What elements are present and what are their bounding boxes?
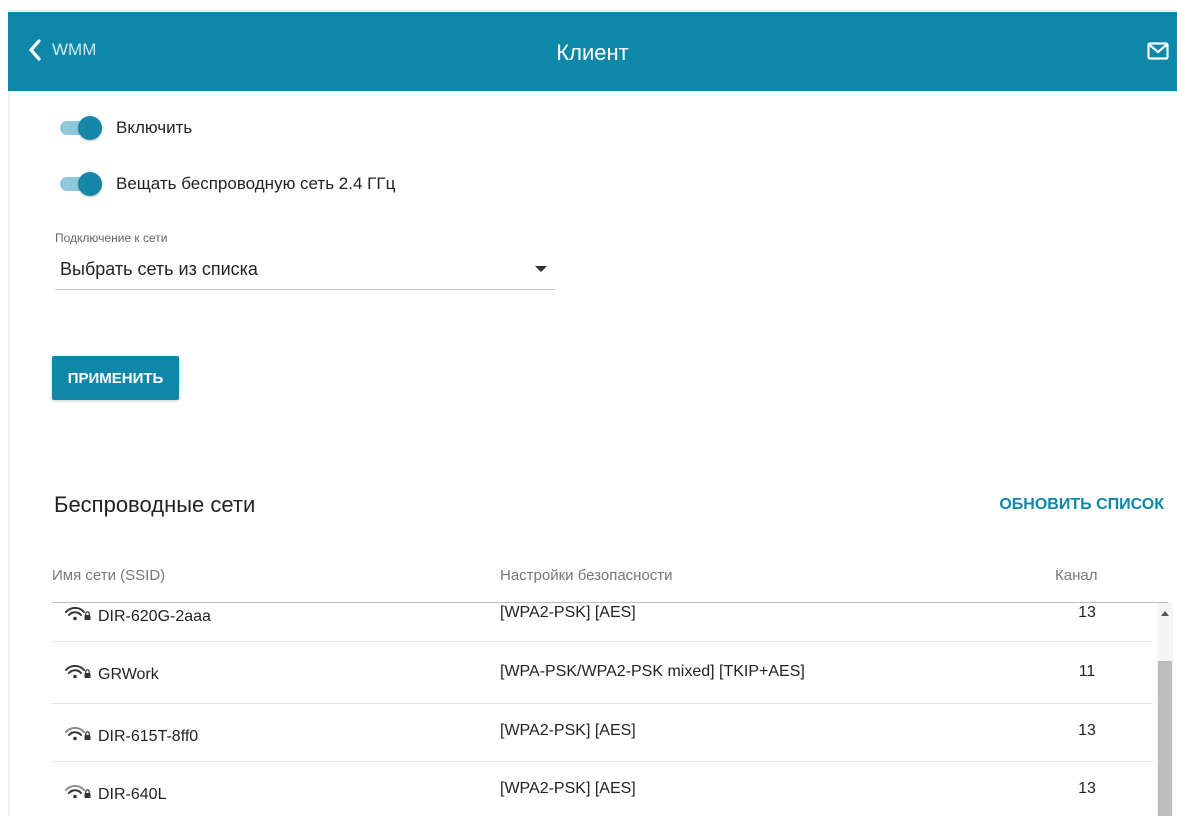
ssid-cell: GRWork: [64, 664, 159, 684]
connection-select-value: Выбрать сеть из списка: [60, 259, 258, 279]
refresh-list-button[interactable]: ОБНОВИТЬ СПИСОК: [999, 496, 1164, 514]
channel-cell: 13: [1078, 780, 1096, 797]
ssid-cell: DIR-620G-2aaa: [64, 606, 211, 626]
connection-field-label: Подключение к сети: [55, 231, 168, 245]
scroll-thumb[interactable]: [1158, 661, 1172, 816]
ssid-cell: DIR-640L: [64, 784, 167, 804]
column-header-ssid[interactable]: Имя сети (SSID): [52, 567, 165, 584]
left-border: [8, 91, 10, 816]
channel-cell: 11: [1078, 663, 1096, 680]
column-header-security[interactable]: Настройки безопасности: [500, 567, 673, 584]
wifi-lock-icon: [64, 664, 92, 684]
connection-select[interactable]: Выбрать сеть из списка: [55, 253, 555, 290]
page-title: Клиент: [556, 40, 629, 65]
enable-label: Включить: [116, 118, 193, 137]
broadcast-toggle[interactable]: [58, 172, 104, 196]
enable-toggle[interactable]: [58, 116, 104, 140]
ssid-text: DIR-640L: [98, 785, 167, 803]
header-bar: WMM Клиент: [8, 12, 1177, 91]
ssid-text: DIR-620G-2aaa: [98, 607, 211, 625]
mail-button[interactable]: [1147, 41, 1169, 66]
enable-row: Включить: [58, 116, 192, 140]
security-cell: [WPA2-PSK] [AES]: [500, 780, 636, 797]
table-row[interactable]: DIR-620G-2aaa [WPA2-PSK] [AES] 13: [52, 603, 1153, 642]
top-divider: [8, 10, 1177, 11]
apply-button[interactable]: ПРИМЕНИТЬ: [52, 356, 179, 400]
column-header-channel[interactable]: Канал: [1055, 567, 1097, 584]
broadcast-label: Вещать беспроводную сеть 2.4 ГГц: [116, 174, 396, 193]
app-frame: WMM Клиент Включить Вещать беспроводную …: [8, 0, 1177, 816]
ssid-cell: DIR-615T-8ff0: [64, 726, 199, 746]
scroll-up-arrow-icon[interactable]: [1161, 611, 1169, 616]
networks-table: DIR-620G-2aaa [WPA2-PSK] [AES] 13 GRWork…: [52, 603, 1153, 816]
security-cell: [WPA-PSK/WPA2-PSK mixed] [TKIP+AES]: [500, 663, 805, 680]
table-row[interactable]: GRWork [WPA-PSK/WPA2-PSK mixed] [TKIP+AE…: [52, 645, 1153, 704]
channel-cell: 13: [1078, 722, 1096, 739]
security-cell: [WPA2-PSK] [AES]: [500, 722, 636, 739]
mail-icon: [1147, 42, 1169, 65]
networks-title: Беспроводные сети: [54, 492, 256, 517]
channel-cell: 13: [1078, 604, 1096, 621]
wifi-lock-icon: [64, 726, 92, 746]
ssid-text: DIR-615T-8ff0: [98, 727, 199, 745]
wifi-lock-icon: [64, 784, 92, 804]
table-scrollbar[interactable]: [1157, 603, 1173, 816]
ssid-text: GRWork: [98, 665, 159, 683]
table-row[interactable]: DIR-640L [WPA2-PSK] [AES] 13: [52, 761, 1153, 816]
broadcast-row: Вещать беспроводную сеть 2.4 ГГц: [58, 172, 395, 196]
security-cell: [WPA2-PSK] [AES]: [500, 604, 636, 621]
wifi-lock-icon: [64, 606, 92, 626]
caret-down-icon: [535, 266, 547, 272]
table-row[interactable]: DIR-615T-8ff0 [WPA2-PSK] [AES] 13: [52, 703, 1153, 762]
